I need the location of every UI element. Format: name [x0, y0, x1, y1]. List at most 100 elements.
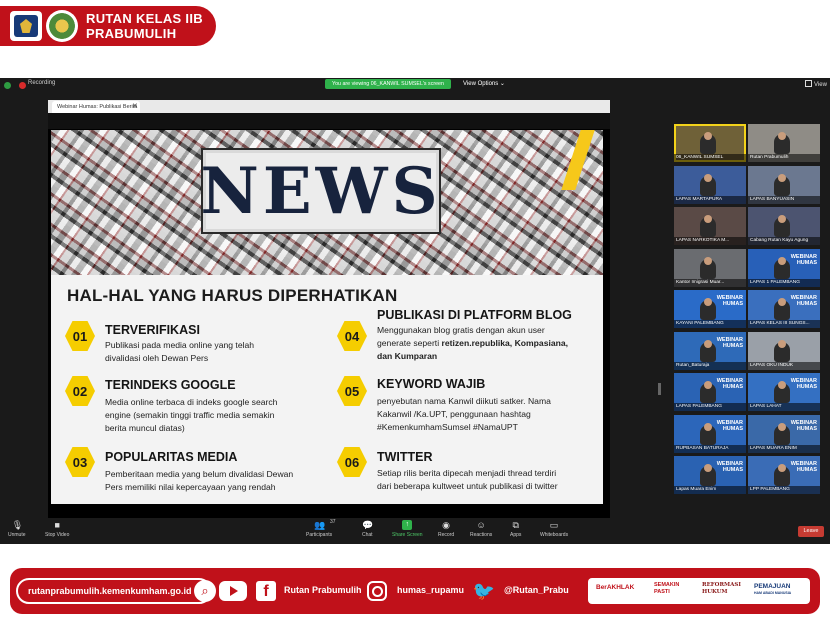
badge-line: HUKUM — [702, 589, 728, 595]
participant-tile[interactable]: LAPAS MARTAPURA — [674, 165, 746, 204]
item-desc-line: #KemenkumhamSumsel #NamaUPT — [377, 422, 518, 432]
semakin-pasti-badge: SEMAKIN PASTI — [654, 582, 679, 596]
backdrop-line: HUMAS — [722, 384, 743, 390]
participant-video — [700, 339, 716, 362]
participant-name: Cabang Rutan Kayu Agung — [748, 237, 820, 245]
unmute-button[interactable]: 🎙 Unmute — [8, 520, 26, 538]
participant-tile[interactable]: WEBINAR HUMAS LAPAS 1 PALEMBANG — [748, 248, 820, 287]
item-number-badge: 03 — [65, 446, 95, 478]
participant-video — [700, 422, 716, 445]
item-desc-line: Menggunakan blog gratis dengan akun user — [377, 325, 545, 335]
view-options-button[interactable]: View Options ⌄ — [463, 80, 505, 87]
participant-name: LAPAS NARKOTIKA M... — [674, 237, 746, 245]
item-title: POPULARITAS MEDIA — [105, 450, 238, 464]
presentation-slide: NEWS HAL-HAL YANG HARUS DIPERHATIKAN 01 … — [51, 130, 603, 504]
item-desc-line: Media online terbaca di indeks google se… — [105, 397, 278, 407]
view-button[interactable]: View — [805, 80, 827, 88]
recording-icon — [19, 82, 26, 89]
apps-button[interactable]: ⧉ Apps — [510, 520, 521, 538]
chat-button[interactable]: 💬 Chat — [362, 520, 374, 538]
browser-tab-title: Webinar Humas: Publikasi Berita — [57, 104, 138, 110]
backdrop-line: HUMAS — [722, 467, 743, 473]
item-title: TWITTER — [377, 450, 433, 464]
participant-tile[interactable]: LAPAS BANYUASIN — [748, 165, 820, 204]
pemajuan-ham-badge: PEMAJUAN HAM ABADI MANUSIA — [754, 583, 791, 597]
participant-name: LAPAS MUARA ENIM — [748, 444, 820, 453]
participant-video — [700, 215, 716, 237]
item-title: KEYWORD WAJIB — [377, 377, 486, 391]
youtube-icon — [219, 581, 247, 601]
reactions-button[interactable]: ☺ Reactions — [470, 520, 492, 538]
twitter-handle[interactable]: @Rutan_Prabu — [504, 585, 569, 595]
browser-tab-bar: Webinar Humas: Publikasi Berita ✕ — [48, 100, 610, 113]
item-number-badge: 01 — [65, 320, 95, 352]
leave-button[interactable]: Leave — [798, 526, 824, 537]
participant-tile[interactable]: Cabang Rutan Kayu Agung — [748, 207, 820, 245]
pemasyarakatan-logo — [46, 10, 78, 42]
participant-tile[interactable]: LAPAS NARKOTIKA M... — [674, 207, 746, 245]
share-screen-button[interactable]: ↑ Share Screen — [392, 520, 423, 538]
backdrop-line: HUMAS — [796, 467, 817, 473]
item-desc-line: dan Kumparan — [377, 351, 438, 361]
participant-tile[interactable]: WEBINAR HUMAS LPP PALEMBANG — [748, 456, 820, 494]
item-desc-line: Pemberitaan media yang belum divalidasi … — [105, 469, 294, 479]
participant-tile[interactable]: WEBINAR HUMAS LAPAS PALEMBANG — [674, 373, 746, 411]
webinar-backdrop-text: WEBINAR HUMAS — [791, 378, 817, 390]
security-shield-icon[interactable] — [4, 82, 11, 89]
participant-tile[interactable]: Rutan Prabumulih — [748, 124, 820, 162]
participant-tile[interactable]: WEBINAR HUMAS Rutan_Baturaja — [674, 331, 746, 370]
participants-button[interactable]: 👥 Participants — [306, 520, 332, 538]
participant-name: 06_KANWIL SUMSEL — [674, 154, 746, 162]
instagram-handle[interactable]: humas_rupamu — [397, 585, 464, 595]
badge-line: PEMAJUAN — [754, 583, 791, 590]
item-desc-line: Pers memiliki nilai kepercayaan yang ren… — [105, 482, 276, 492]
participant-tile[interactable]: WEBINAR HUMAS LAPAS MUARA ENIM — [748, 414, 820, 453]
item-desc-line: generate seperti retizen.republika, Komp… — [377, 337, 568, 350]
participant-name: Rutan_Baturaja — [674, 361, 746, 370]
participant-tile[interactable]: WEBINAR HUMAS RUPBASAN BATURAJA — [674, 414, 746, 453]
apps-label: Apps — [510, 532, 522, 538]
participant-tile[interactable]: WEBINAR HUMAS Lapas Muara Enim — [674, 456, 746, 494]
participant-tile[interactable]: WEBINAR HUMAS LAPAS KELAS III SUNGS... — [748, 290, 820, 328]
stop-video-label: Stop Video — [45, 532, 70, 538]
participant-name: LPP PALEMBANG — [748, 486, 820, 494]
whiteboards-button[interactable]: ▭ Whiteboards — [540, 520, 568, 538]
zoom-meeting-window: Recording You are viewing 06_KANWIL SUMS… — [0, 78, 830, 589]
page-header: RUTAN KELAS IIB PRABUMULIH — [0, 0, 830, 78]
participant-tile[interactable]: Kantor Imigrasi Muar... — [674, 248, 746, 287]
participant-tile[interactable]: WEBINAR HUMAS KAYANI PALEMBANG — [674, 290, 746, 328]
participants-label: Participants — [306, 532, 333, 538]
browser-tab[interactable]: Webinar Humas: Publikasi Berita ✕ — [52, 101, 140, 113]
record-label: Record — [438, 532, 455, 538]
participant-video — [774, 464, 790, 486]
tab-close-icon[interactable]: ✕ — [132, 101, 138, 113]
apps-icon: ⧉ — [512, 520, 519, 530]
header-title-line2: PRABUMULIH — [86, 26, 177, 41]
participant-name: RUPBASAN BATURAJA — [674, 444, 746, 453]
webinar-backdrop-text: WEBINAR HUMAS — [791, 420, 817, 432]
twitter-icon: 🐦 — [472, 581, 496, 601]
item-desc-line: Publikasi pada media online yang telah — [105, 340, 255, 350]
browser-toolbar — [48, 113, 610, 129]
reformasi-hukum-badge: REFORMASI HUKUM — [702, 582, 741, 596]
facebook-handle[interactable]: Rutan Prabumulih — [284, 585, 362, 595]
participant-video — [774, 298, 790, 320]
news-banner: NEWS — [200, 150, 439, 232]
stop-video-button[interactable]: ■ Stop Video — [45, 520, 69, 538]
item-desc-text: generate seperti — [377, 338, 442, 348]
backdrop-line: WEBINAR — [716, 336, 743, 343]
backdrop-line: HUMAS — [796, 384, 817, 390]
record-button[interactable]: ◉ Record — [438, 520, 454, 538]
participant-tile[interactable]: 06_KANWIL SUMSEL — [674, 124, 746, 162]
participant-name: LAPAS 1 PALEMBANG — [748, 278, 820, 287]
participant-tile[interactable]: WEBINAR HUMAS LAPAS LAHAT — [748, 373, 820, 411]
webinar-backdrop-text: WEBINAR HUMAS — [717, 420, 743, 432]
participant-name: LAPAS BANYUASIN — [748, 195, 820, 204]
participant-gallery: 06_KANWIL SUMSEL Rutan Prabumulih LAPAS MA… — [674, 124, 820, 500]
item-number-badge: 05 — [337, 375, 367, 407]
panel-resize-handle[interactable] — [658, 383, 661, 395]
item-desc-line: penyebutan nama Kanwil diikuti satker. N… — [377, 396, 551, 406]
webinar-backdrop-text: WEBINAR HUMAS — [717, 295, 743, 307]
website-url[interactable]: rutanprabumulih.kemenkumham.go.id — [16, 578, 212, 604]
participant-tile[interactable]: LAPAS OKU INDUK — [748, 331, 820, 370]
